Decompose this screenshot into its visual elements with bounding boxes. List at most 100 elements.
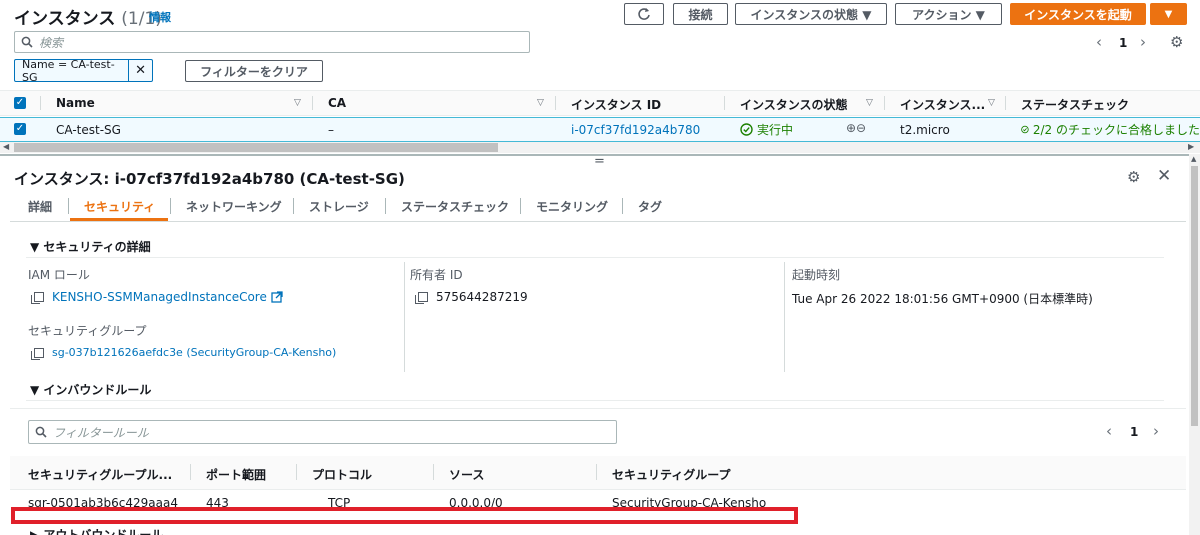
launch-time-value: Tue Apr 26 2022 18:01:56 GMT+0900 (日本標準時… <box>792 292 1093 306</box>
column-instance-state[interactable]: インスタンスの状態 <box>740 96 848 113</box>
info-link[interactable]: 情報 <box>149 9 171 25</box>
vscroll-thumb[interactable] <box>1191 166 1198 426</box>
column-name[interactable]: Name <box>56 96 95 110</box>
search-icon <box>21 36 33 48</box>
scrollbar-thumb[interactable] <box>14 143 498 152</box>
column-instance-id[interactable]: インスタンス ID <box>571 96 661 113</box>
security-group-link[interactable]: sg-037b121626aefdc3e (SecurityGroup-CA-K… <box>52 346 336 359</box>
refresh-button[interactable] <box>624 3 664 25</box>
security-groups-label: セキュリティグループ <box>28 324 147 338</box>
inbound-rules-heading[interactable]: ▼ インバウンドルール <box>30 381 151 398</box>
column-divider <box>404 262 405 372</box>
remove-filter-icon[interactable]: ✕ <box>128 60 152 81</box>
copy-icon[interactable] <box>31 347 44 360</box>
row-instance-id-link[interactable]: i-07cf37fd192a4b780 <box>571 123 700 137</box>
row-state-label: 実行中 <box>757 123 794 137</box>
sort-caret-icon[interactable]: ▽ <box>866 98 873 108</box>
prev-page-icon[interactable]: ‹ <box>1096 33 1102 51</box>
tab-monitoring[interactable]: モニタリング <box>536 198 608 215</box>
scroll-up-icon[interactable]: ▲ <box>1191 155 1196 163</box>
scroll-right-icon[interactable]: ▶ <box>1188 142 1194 151</box>
row-status-check-label: 2/2 のチェックに合格しました <box>1032 123 1200 137</box>
sort-caret-icon[interactable]: ▽ <box>294 98 301 108</box>
copy-icon[interactable] <box>31 292 44 304</box>
col-divider <box>433 464 434 480</box>
search-icon <box>35 426 47 438</box>
column-instance-type[interactable]: インスタンス... <box>900 96 985 113</box>
outbound-rules-heading[interactable]: ▶ アウトバウンドルール <box>30 526 163 535</box>
next-page-icon[interactable]: › <box>1140 33 1146 51</box>
col-divider <box>312 96 313 110</box>
rules-col-port-range[interactable]: ポート範囲 <box>206 466 266 483</box>
launch-instance-button[interactable]: インスタンスを起動 <box>1010 3 1146 25</box>
col-divider <box>884 96 885 110</box>
tab-security[interactable]: セキュリティ <box>84 198 155 215</box>
tab-networking[interactable]: ネットワーキング <box>186 198 282 215</box>
tab-separator <box>68 198 69 214</box>
tab-details[interactable]: 詳細 <box>28 198 52 215</box>
column-status-check[interactable]: ステータスチェック <box>1021 96 1129 113</box>
settings-gear-icon[interactable]: ⚙ <box>1170 33 1183 51</box>
select-all-checkbox[interactable]: ✓ <box>14 97 26 109</box>
sort-caret-icon[interactable]: ▽ <box>537 98 544 108</box>
zoom-icons[interactable]: ⊕⊖ <box>846 121 866 135</box>
tab-separator <box>385 198 386 214</box>
instance-state-menu[interactable]: インスタンスの状態 ▼ <box>735 3 887 25</box>
drag-handle-icon[interactable]: = <box>594 154 605 169</box>
page-title-text: インスタンス <box>14 9 116 29</box>
tabs-underline <box>10 221 1186 222</box>
launch-dropdown-button[interactable]: ▼ <box>1150 3 1187 25</box>
owner-id-text: 575644287219 <box>436 290 528 304</box>
rules-header-row <box>10 456 1186 490</box>
close-icon[interactable]: ✕ <box>1157 166 1171 186</box>
sort-caret-icon[interactable]: ▽ <box>988 98 995 108</box>
tab-status-checks[interactable]: ステータスチェック <box>401 198 509 215</box>
tab-separator <box>520 198 521 214</box>
col-divider <box>190 464 191 480</box>
external-link-icon[interactable] <box>271 291 283 303</box>
row-state: 実行中 <box>740 121 793 138</box>
actions-menu[interactable]: アクション ▼ <box>895 3 1002 25</box>
rules-col-protocol[interactable]: プロトコル <box>312 466 372 483</box>
horizontal-scrollbar[interactable]: ◀ ▶ <box>0 142 1200 153</box>
row-instance-type: t2.micro <box>900 123 950 137</box>
row-checkbox[interactable]: ✓ <box>14 123 26 135</box>
rules-col-security-group[interactable]: セキュリティグループ <box>612 466 731 483</box>
tab-separator <box>293 198 294 214</box>
search-placeholder: 検索 <box>39 35 64 50</box>
panel-settings-gear-icon[interactable]: ⚙ <box>1127 168 1140 186</box>
iam-role-label: IAM ロール <box>28 268 90 282</box>
section-divider <box>26 400 1164 401</box>
rules-col-rule-id[interactable]: セキュリティグループル... <box>28 466 172 483</box>
launch-time-label: 起動時刻 <box>792 268 841 282</box>
clear-filters-button[interactable]: フィルターをクリア <box>185 60 323 82</box>
rules-page-number[interactable]: 1 <box>1130 425 1138 439</box>
connect-button[interactable]: 接続 <box>673 3 728 25</box>
filter-token: Name = CA-test-SG ✕ <box>14 58 153 84</box>
owner-id-label: 所有者 ID <box>410 268 463 282</box>
col-divider <box>596 464 597 480</box>
security-details-heading[interactable]: ▼ セキュリティの詳細 <box>30 238 151 255</box>
next-page-icon[interactable]: › <box>1153 422 1159 440</box>
column-divider <box>784 262 785 372</box>
tab-separator <box>622 198 623 214</box>
tab-storage[interactable]: ストレージ <box>309 198 369 215</box>
col-divider <box>296 464 297 480</box>
prev-page-icon[interactable]: ‹ <box>1106 422 1112 440</box>
vertical-scrollbar[interactable]: ▲ <box>1189 154 1200 535</box>
scroll-left-icon[interactable]: ◀ <box>3 142 9 151</box>
tab-separator <box>170 198 171 214</box>
column-ca[interactable]: CA <box>328 96 346 110</box>
copy-icon[interactable] <box>415 292 428 304</box>
page-number[interactable]: 1 <box>1119 36 1127 50</box>
tab-tags[interactable]: タグ <box>638 198 662 215</box>
row-ca: – <box>328 123 334 137</box>
col-divider <box>40 96 41 110</box>
filter-rules-input[interactable]: フィルタールール <box>28 420 617 444</box>
search-input[interactable]: 検索 <box>14 31 530 53</box>
iam-role-link[interactable]: KENSHO-SSMManagedInstanceCore <box>52 290 267 304</box>
row-name: CA-test-SG <box>56 123 121 137</box>
refresh-icon <box>638 8 650 20</box>
rules-col-source[interactable]: ソース <box>449 466 484 483</box>
highlight-box <box>11 507 798 524</box>
